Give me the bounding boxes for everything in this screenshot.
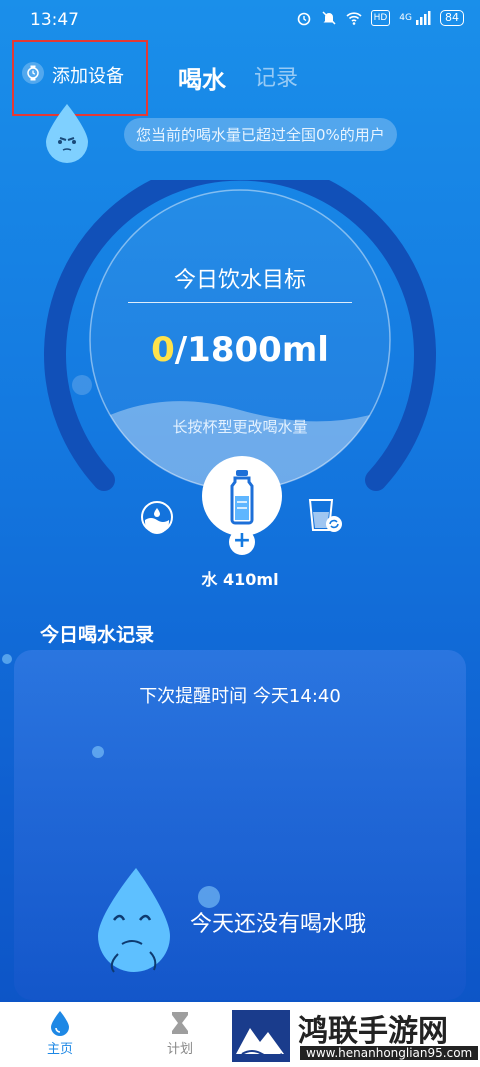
ranking-bubble: 您当前的喝水量已超过全国0%的用户 <box>124 118 397 151</box>
cup-amount: 水 410ml <box>201 570 279 589</box>
water-level-button[interactable] <box>138 498 176 536</box>
tab-record[interactable]: 记录 <box>254 60 298 92</box>
alarm-icon <box>296 10 312 26</box>
bottle-icon <box>230 470 254 525</box>
tab-drink[interactable]: 喝水 <box>178 60 226 95</box>
status-icons: HD 4G 84 <box>296 10 464 26</box>
bubble-decoration <box>92 746 104 758</box>
status-bar: 13:47 HD 4G 84 <box>0 0 480 40</box>
water-drop-mascot <box>40 102 94 168</box>
watermark-logo <box>232 1010 290 1062</box>
battery-indicator: 84 <box>440 10 464 26</box>
drop-icon <box>30 1008 90 1038</box>
next-reminder: 下次提醒时间 今天14:40 <box>139 686 341 707</box>
record-section-title: 今日喝水记录 <box>40 624 155 646</box>
goal-divider <box>128 302 352 303</box>
wifi-icon <box>346 10 362 26</box>
cup-switch-icon <box>308 499 342 532</box>
bottle-cup-button[interactable] <box>202 456 282 536</box>
goal-title: 今日饮水目标 <box>173 268 306 293</box>
bubble-decoration <box>198 886 220 908</box>
goal-value: 0/1800ml <box>0 330 480 370</box>
watch-icon <box>22 62 44 84</box>
hd-badge: HD <box>370 10 391 26</box>
water-level-icon <box>141 501 173 534</box>
nav-home-label: 主页 <box>46 1042 73 1057</box>
bubble-decoration <box>72 375 92 395</box>
bubble-decoration <box>2 654 12 664</box>
watermark-title: 鸿联手游网 <box>298 1014 448 1049</box>
change-cup-hint: 长按杯型更改喝水量 <box>172 418 308 436</box>
sad-drop-mascot <box>88 866 178 982</box>
empty-record-text: 今天还没有喝水哦 <box>190 912 367 937</box>
network-type: 4G <box>399 13 412 23</box>
goal-target: /1800ml <box>174 330 329 370</box>
hourglass-icon <box>150 1008 210 1038</box>
nav-item-plan[interactable]: 计划 <box>150 1008 210 1057</box>
status-time: 13:47 <box>30 10 79 30</box>
watermark-url: www.henanhonglian95.com <box>300 1046 479 1060</box>
switch-cup-button[interactable] <box>304 494 346 536</box>
add-water-button[interactable]: + <box>229 529 255 555</box>
goal-current: 0 <box>151 330 175 370</box>
nav-plan-label: 计划 <box>166 1042 193 1057</box>
add-device-label: 添加设备 <box>52 66 124 87</box>
mute-icon <box>321 10 337 26</box>
nav-item-home[interactable]: 主页 <box>30 1008 90 1057</box>
signal-icon <box>415 10 431 26</box>
